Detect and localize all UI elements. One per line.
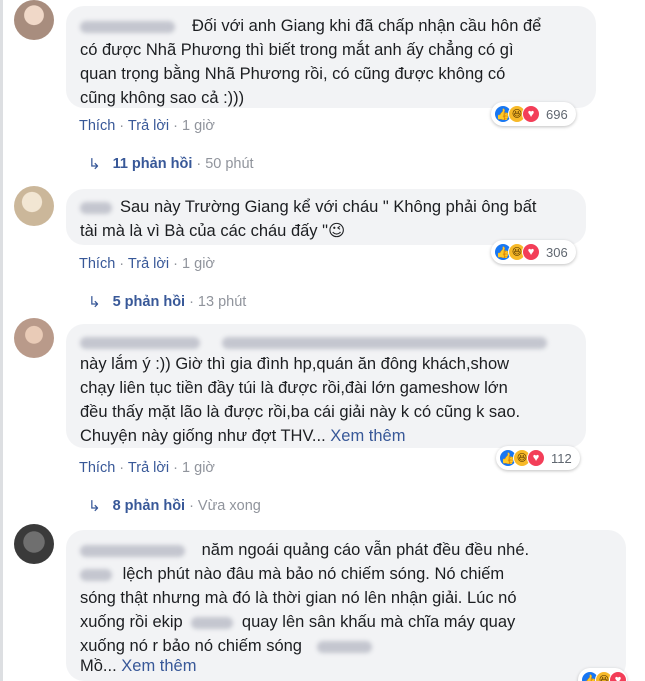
replies-time: 13 phút [197,294,247,310]
replies-link[interactable]: ↳ 5 phản hồi · 13 phút [88,293,246,311]
replies-link[interactable]: ↳ 8 phản hồi · Vừa xong [88,497,261,515]
comment-actions: Thích · Trả lời · 1 giờ [79,256,215,272]
comment-text: này lắm ý :)) Giờ thì gia đình hp,quán ă… [80,355,521,445]
reaction-summary[interactable]: 👍 😆 ♥ 306 [491,240,576,264]
reaction-summary[interactable]: 👍 😆 ♥ [578,668,627,681]
comment-line: sóng thật nhưng mà đó là thời gian nó lê… [80,589,517,607]
love-reaction-icon: ♥ [522,243,540,261]
separator: · [119,256,125,272]
separator: · [173,460,178,476]
comment-time[interactable]: 1 giờ [182,256,215,272]
reply-link[interactable]: Trả lời [128,256,169,272]
comment-line: Mồ... Xem thêm [80,657,197,675]
commenter-name-redacted[interactable] [80,334,548,352]
comment-text: Sau này Trường Giang kể với cháu " Không… [80,198,537,240]
replies-time: 50 phút [205,156,254,172]
comment-line: năm ngoái quảng cáo vẫn phát đều đều nhé… [80,538,529,562]
separator: · [196,156,202,172]
reaction-count: 306 [546,244,568,260]
reaction-count: 112 [551,450,572,466]
replies-time: Vừa xong [197,498,261,514]
comment-time[interactable]: 1 giờ [182,460,215,476]
separator: · [173,256,178,272]
avatar[interactable] [14,318,54,358]
love-reaction-icon: ♥ [527,449,545,467]
left-rail [0,0,3,681]
comment-text: Đối với anh Giang khi đã chấp nhận cầu h… [80,17,542,107]
like-link[interactable]: Thích [79,460,115,476]
comment-bubble: Sau này Trường Giang kể với cháu " Không… [66,189,586,245]
love-reaction-icon: ♥ [609,671,627,681]
comment-bubble: này lắm ý :)) Giờ thì gia đình hp,quán ă… [66,324,586,448]
commenter-name-redacted[interactable] [80,544,185,557]
see-more-link[interactable]: Xem thêm [330,427,405,445]
comment-actions: Thích · Trả lời · 1 giờ [79,118,215,134]
reply-arrow-icon: ↳ [88,294,101,311]
like-link[interactable]: Thích [79,256,115,272]
separator: · [119,460,125,476]
avatar[interactable] [14,186,54,226]
redacted-text [191,616,234,629]
see-more-link[interactable]: Xem thêm [121,657,196,675]
reply-arrow-icon: ↳ [88,156,101,173]
avatar[interactable] [14,0,54,40]
separator: · [173,118,178,134]
reply-link[interactable]: Trả lời [128,118,169,134]
reaction-summary[interactable]: 👍 😆 ♥ 696 [491,102,576,126]
replies-count[interactable]: 11 phản hồi [113,156,193,172]
reaction-count: 696 [546,106,568,122]
separator: · [189,294,194,310]
redacted-text [222,336,548,349]
redacted-text [80,568,112,581]
comment-actions: Thích · Trả lời · 1 giờ [79,460,215,476]
redacted-text [316,640,372,653]
separator: · [119,118,125,134]
like-link[interactable]: Thích [79,118,115,134]
separator: · [189,498,194,514]
reaction-summary[interactable]: 👍 😆 ♥ 112 [496,446,580,470]
replies-link[interactable]: ↳ 11 phản hồi · 50 phút [88,155,254,173]
replies-count[interactable]: 5 phản hồi [113,294,186,310]
comment-line: xuống rồi ekip quay lên sân khấu mà chĩa… [80,613,516,631]
avatar[interactable] [14,524,54,564]
comment-line: lệch phút nào đâu mà bảo nó chiếm sóng. … [80,562,504,586]
reply-arrow-icon: ↳ [88,498,101,515]
comment-bubble: năm ngoái quảng cáo vẫn phát đều đều nhé… [66,530,626,681]
reply-link[interactable]: Trả lời [128,460,169,476]
comment-bubble: Đối với anh Giang khi đã chấp nhận cầu h… [66,6,596,108]
love-reaction-icon: ♥ [522,105,540,123]
replies-count[interactable]: 8 phản hồi [113,498,186,514]
comment-time[interactable]: 1 giờ [182,118,215,134]
